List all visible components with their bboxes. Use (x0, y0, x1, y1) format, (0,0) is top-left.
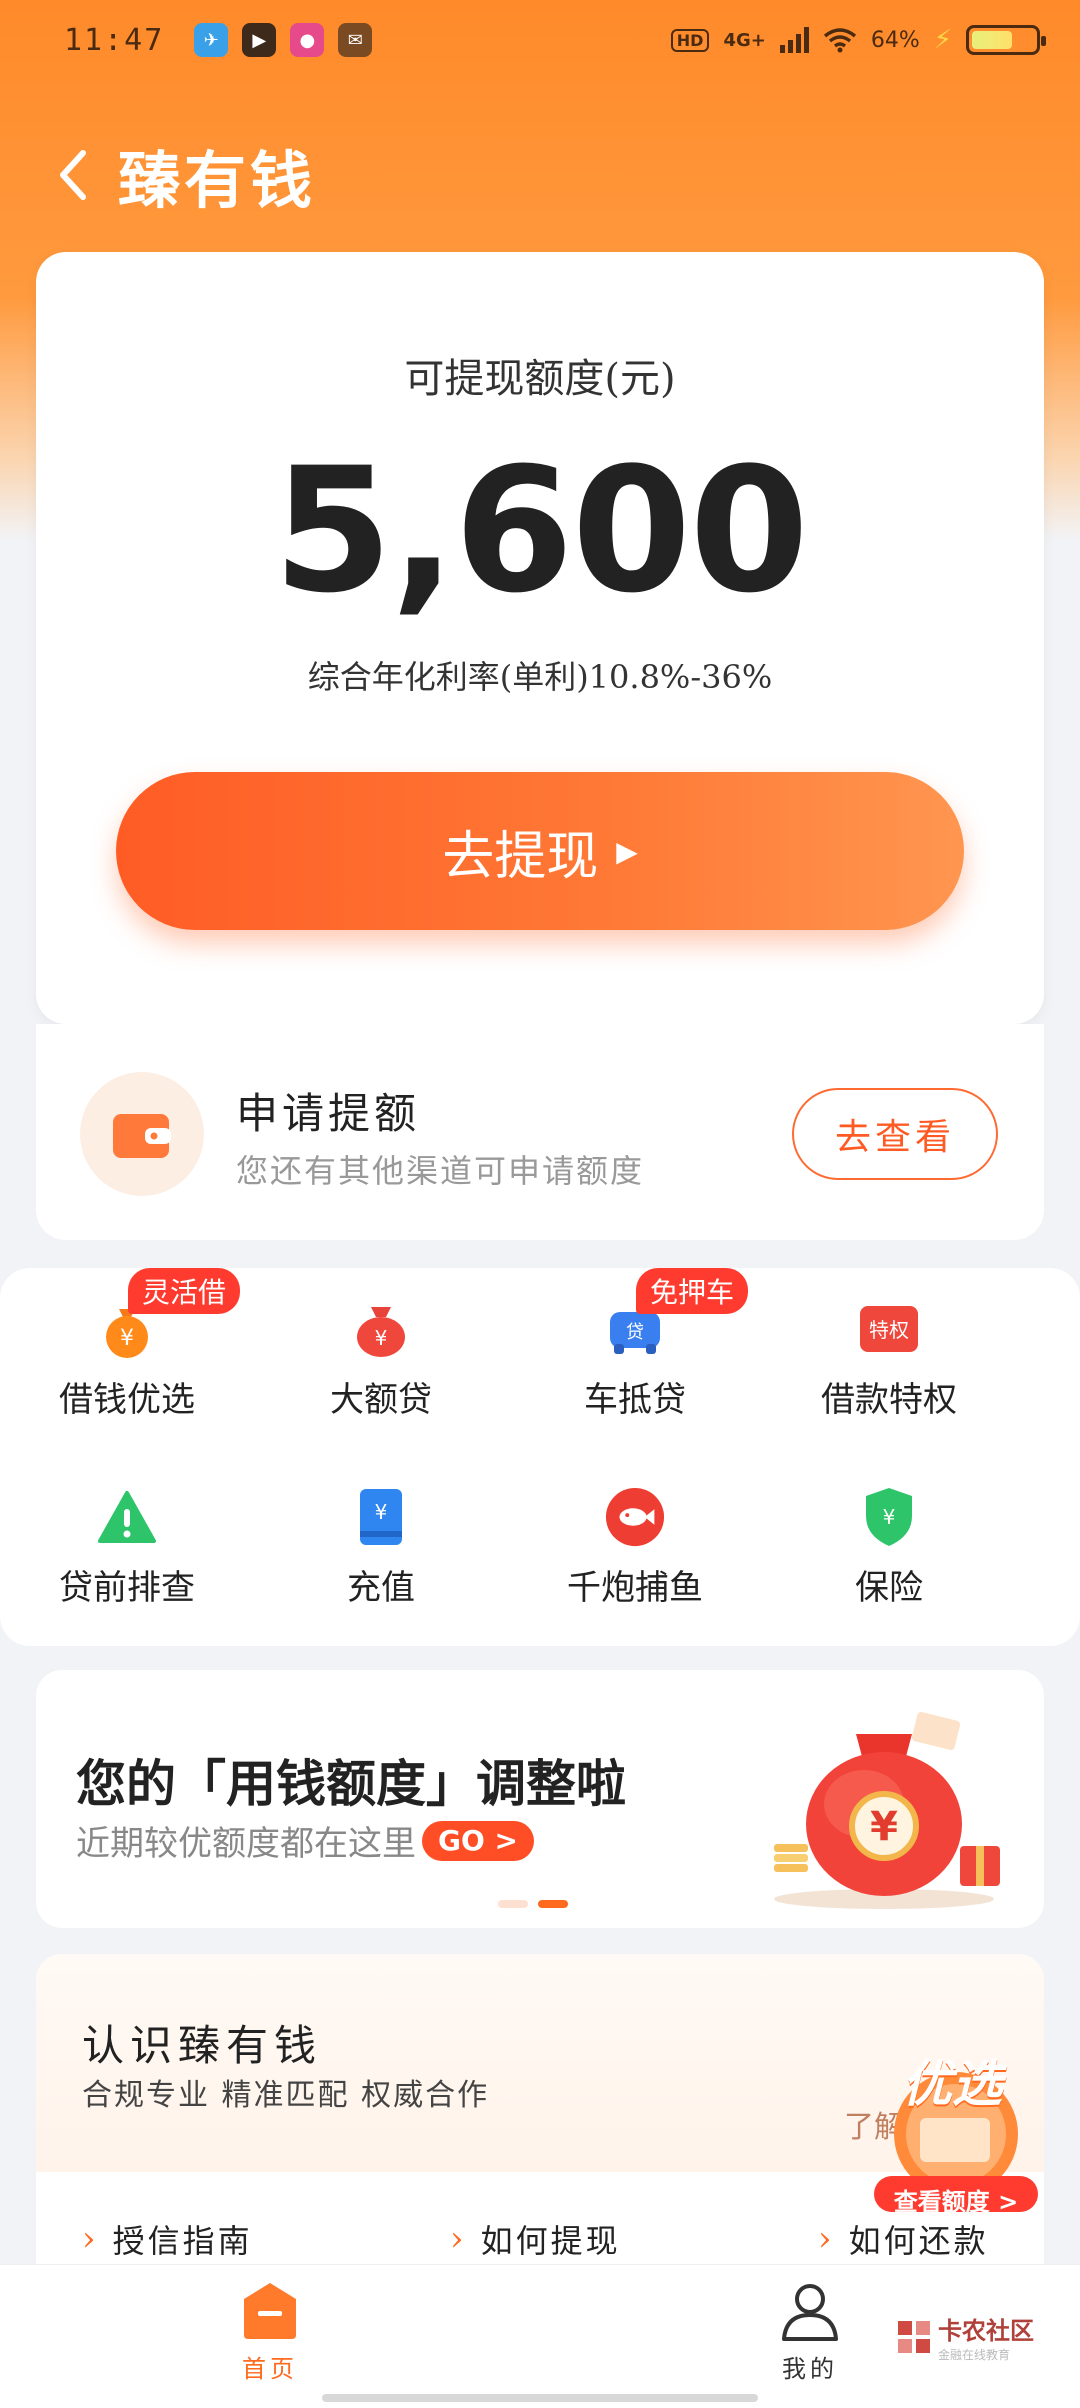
chevron-left-icon (60, 150, 86, 200)
service-large-loan[interactable]: ¥ 大额贷 (254, 1268, 508, 1428)
battery-icon (966, 25, 1046, 55)
pagination-dot (498, 1900, 528, 1908)
service-label: 车抵贷 (584, 1380, 686, 1420)
watermark: 卡农社区 金融在线教育 (896, 2311, 1034, 2363)
insurance-shield-icon: ¥ (858, 1486, 920, 1548)
about-subtitle: 合规专业 精准匹配 权威合作 (82, 2078, 490, 2113)
status-time: 11:47 (64, 22, 165, 58)
svg-text:¥: ¥ (375, 1500, 388, 1524)
quota-amount: 5,600 (272, 430, 809, 631)
tab-label: 我的 (782, 2355, 838, 2383)
app-header: 臻有钱 (0, 120, 1080, 230)
home-indicator[interactable] (322, 2394, 758, 2402)
promo-title: 优选 (902, 2055, 1002, 2113)
svg-text:¥: ¥ (870, 1804, 898, 1850)
services-grid: ¥ 借钱优选 灵活借 ¥ 大额贷 贷 车抵贷 免押车 特权 借款特权 贷前排查 … (0, 1268, 1080, 1646)
network-type: 4G+ (723, 29, 766, 51)
chevron-right-icon: › (818, 2219, 835, 2259)
mail-app-icon: ✉ (338, 23, 373, 57)
service-insurance[interactable]: ¥ 保险 (762, 1456, 1016, 1616)
service-label: 充值 (347, 1568, 415, 1608)
service-recharge[interactable]: ¥ 充值 (254, 1456, 508, 1616)
quota-adjust-banner[interactable]: 您的「用钱额度」调整啦 近期较优额度都在这里 GO > ¥ (36, 1670, 1044, 1928)
view-more-button[interactable]: 去查看 (792, 1088, 998, 1180)
withdraw-button[interactable]: 去提现 ▶ (116, 772, 964, 930)
telegram-icon: ✈ (194, 23, 229, 57)
svg-text:贷: 贷 (626, 1322, 644, 1343)
svg-text:特权: 特权 (869, 1318, 909, 1342)
service-fishing-game[interactable]: 千炮捕鱼 (508, 1456, 762, 1616)
watermark-logo-icon (898, 2321, 930, 2353)
how-to-repay-link[interactable]: › 如何还款 (818, 2216, 989, 2262)
hd-voice-icon: HD (670, 28, 710, 52)
service-label: 借钱优选 (59, 1380, 195, 1420)
svg-text:¥: ¥ (375, 1326, 388, 1350)
tab-home[interactable]: 首页 (200, 2279, 340, 2384)
apply-subtitle: 您还有其他渠道可申请额度 (236, 1152, 645, 1190)
charging-icon: ⚡ (933, 25, 952, 55)
signal-icon (779, 27, 809, 53)
watermark-sub: 金融在线教育 (938, 2348, 1011, 2362)
battery-percent: 64% (870, 27, 920, 53)
wallet-icon (80, 1072, 204, 1196)
home-icon (244, 2283, 296, 2339)
watermark-main: 卡农社区 (938, 2317, 1034, 2345)
page-title: 臻有钱 (118, 144, 317, 217)
apply-quota-card: 申请提额 您还有其他渠道可申请额度 去查看 (36, 1024, 1044, 1240)
red-money-bag-icon: ¥ (350, 1298, 412, 1360)
fish-game-icon (604, 1486, 666, 1548)
apply-title: 申请提额 (236, 1089, 421, 1138)
video-app-icon: ▶ (242, 23, 277, 57)
floating-promo-badge[interactable]: 优选 查看额度 > (874, 2034, 1044, 2216)
service-label: 千炮捕鱼 (567, 1568, 703, 1608)
service-pre-loan-check[interactable]: 贷前排查 (0, 1456, 254, 1616)
service-label: 大额贷 (330, 1380, 432, 1420)
service-tag: 免押车 (636, 1268, 749, 1314)
banner-subtitle: 近期较优额度都在这里 GO > (76, 1816, 534, 1865)
link-label: 授信指南 (112, 2222, 253, 2260)
credit-guide-link[interactable]: › 授信指南 (82, 2216, 253, 2262)
withdraw-button-label: 去提现 (442, 826, 599, 887)
play-arrow-icon: ▶ (616, 834, 638, 868)
how-to-withdraw-link[interactable]: › 如何提现 (450, 2216, 621, 2262)
banner-pagination (498, 1900, 568, 1908)
banner-go-button[interactable]: GO > (422, 1820, 534, 1861)
link-label: 如何提现 (480, 2222, 621, 2260)
tab-label: 首页 (242, 2355, 298, 2383)
svg-text:¥: ¥ (883, 1505, 896, 1529)
service-label: 贷前排查 (59, 1568, 195, 1608)
banner-title: 您的「用钱额度」调整啦 (76, 1755, 626, 1813)
about-title: 认识臻有钱 (82, 2021, 323, 2070)
game-app-icon: ● (290, 23, 325, 57)
link-label: 如何还款 (848, 2222, 989, 2260)
service-label: 保险 (855, 1568, 923, 1608)
chevron-right-icon: › (450, 2219, 467, 2259)
privilege-icon: 特权 (858, 1298, 920, 1360)
quota-label: 可提现额度(元) (404, 356, 676, 402)
promo-button: 查看额度 > (893, 2188, 1019, 2216)
recharge-card-icon: ¥ (350, 1486, 412, 1548)
warning-icon (96, 1486, 158, 1548)
service-loan-privilege[interactable]: 特权 借款特权 (762, 1268, 1016, 1428)
chevron-right-icon: › (82, 2219, 99, 2259)
battery-level (972, 31, 1012, 49)
service-label: 借款特权 (821, 1380, 957, 1420)
tab-mine[interactable]: 我的 (740, 2279, 880, 2384)
svg-text:¥: ¥ (120, 1326, 134, 1351)
wifi-icon (823, 28, 856, 53)
user-icon (782, 2284, 838, 2341)
bottom-tab-bar: 首页 我的 卡农社区 金融在线教育 (0, 2264, 1080, 2408)
back-button[interactable] (48, 145, 96, 205)
status-bar: 11:47 ✈ ▶ ● ✉ HD 4G+ 64% ⚡ (0, 0, 1080, 80)
interest-rate-text: 综合年化利率(单利)10.8%-36% (307, 658, 773, 696)
quota-card: 可提现额度(元) 5,600 综合年化利率(单利)10.8%-36% 去提现 ▶ (36, 252, 1044, 1024)
money-bag-illustration: ¥ (774, 1711, 1000, 1909)
banner-subtitle-text: 近期较优额度都在这里 (76, 1824, 416, 1864)
service-tag: 灵活借 (128, 1268, 241, 1314)
pagination-dot-active (538, 1900, 568, 1908)
